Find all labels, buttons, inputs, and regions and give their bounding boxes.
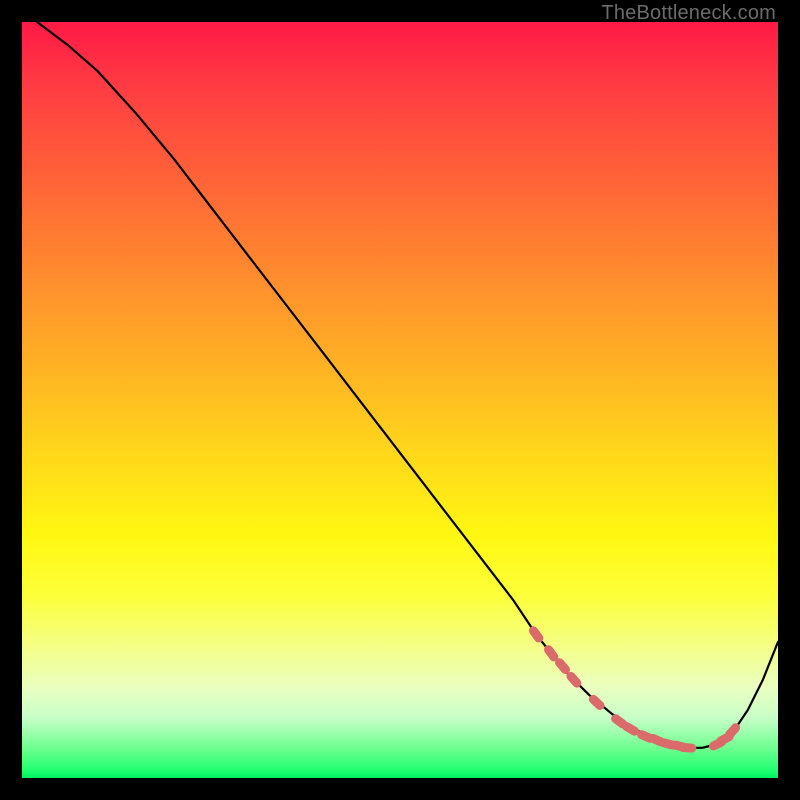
marker-group xyxy=(527,624,742,752)
curve-marker xyxy=(678,743,697,753)
chart-overlay xyxy=(22,22,778,778)
bottleneck-curve xyxy=(37,22,778,748)
chart-container: TheBottleneck.com xyxy=(0,0,800,800)
